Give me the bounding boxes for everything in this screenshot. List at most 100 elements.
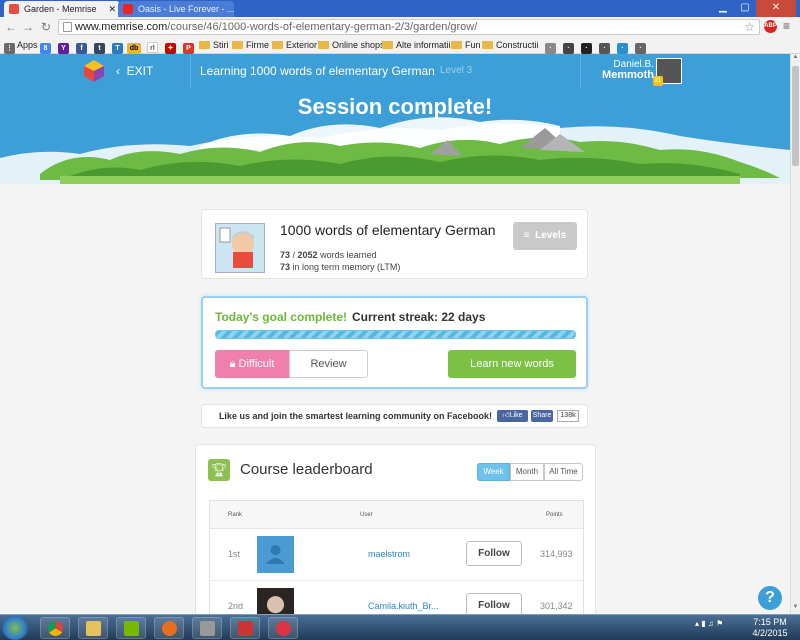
- adblock-icon[interactable]: ABP: [764, 20, 777, 33]
- level-label: Level 3: [440, 65, 473, 76]
- tab-strip: Garden - Memrise ✕ Oasis - Live Forever …: [0, 0, 800, 17]
- tab-all-time[interactable]: All Time: [544, 463, 583, 481]
- taskbar-explorer[interactable]: [78, 617, 108, 639]
- bookmark-red[interactable]: ✦: [165, 38, 176, 54]
- address-bar[interactable]: www.memrise.com/course/46/1000-words-of-…: [58, 19, 760, 35]
- minimize-button[interactable]: ▁: [712, 0, 734, 17]
- maximize-button[interactable]: ▢: [734, 0, 756, 17]
- facebook-share-button[interactable]: Share: [531, 410, 553, 422]
- user-silhouette-icon: [266, 545, 285, 564]
- bookmark-firme[interactable]: Firme: [232, 38, 269, 53]
- bookmark-rl[interactable]: rl: [147, 38, 158, 53]
- bookmark-misc-6[interactable]: ·: [635, 38, 646, 54]
- taskbar-app-m[interactable]: [192, 617, 222, 639]
- learn-new-words-button[interactable]: Learn new words: [448, 350, 576, 378]
- folder-icon: [318, 41, 329, 49]
- course-title-link[interactable]: Learning 1000 words of elementary German: [200, 54, 435, 88]
- folder-icon: [482, 41, 493, 49]
- tab-garden-memrise[interactable]: Garden - Memrise ✕: [4, 1, 120, 17]
- column-rank: Rank: [228, 512, 243, 518]
- help-button[interactable]: ?: [758, 586, 782, 610]
- user-name[interactable]: Daniel.B. Memmoth: [592, 59, 654, 81]
- facebook-promo-text: Like us and join the smartest learning c…: [218, 411, 492, 421]
- bookmark-misc-1[interactable]: ·: [545, 38, 556, 54]
- user-avatar[interactable]: 21: [653, 58, 682, 86]
- tab-oasis[interactable]: Oasis - Live Forever - ...: [118, 1, 234, 17]
- course-card: 1000 words of elementary German 73 / 205…: [201, 209, 588, 279]
- facebook-icon: f: [76, 43, 87, 54]
- divider: [580, 54, 581, 88]
- scroll-up-icon[interactable]: ▲: [791, 54, 800, 64]
- list-icon: ≡: [523, 230, 536, 241]
- tab-title: Garden - Memrise: [24, 4, 97, 14]
- reload-icon[interactable]: ↻: [38, 19, 54, 35]
- review-button[interactable]: Review: [289, 350, 368, 378]
- bookmark-yahoo[interactable]: Y: [58, 38, 69, 54]
- course-name: 1000 words of elementary German: [280, 222, 496, 238]
- long-term-memory: 73 in long term memory (LTM): [280, 262, 401, 272]
- points: 301,342: [540, 601, 573, 611]
- forward-arrow-icon[interactable]: →: [20, 19, 36, 35]
- system-tray[interactable]: ▴ ▮ ♫ ⚑: [695, 619, 723, 628]
- bookmark-fun[interactable]: Fun: [451, 38, 481, 53]
- bookmark-pdf[interactable]: P: [183, 38, 194, 54]
- hero-banner: Session complete!: [0, 88, 790, 184]
- memrise-logo-icon[interactable]: [84, 60, 104, 82]
- bookmark-google[interactable]: 8: [40, 38, 51, 54]
- apps-icon: ⋮: [4, 43, 15, 54]
- avatar[interactable]: [257, 536, 294, 573]
- user-link[interactable]: maelstrom: [368, 549, 410, 559]
- follow-button[interactable]: Follow: [466, 541, 522, 566]
- table-header: Rank User Points: [210, 501, 583, 529]
- folder-icon: [199, 41, 210, 49]
- leaderboard-card: 🏆︎ Course leaderboard Week Month All Tim…: [195, 444, 596, 640]
- bookmark-tumblr[interactable]: t: [94, 38, 105, 54]
- bookmark-exterior[interactable]: Exterior: [272, 38, 317, 53]
- memrise-favicon-icon: [9, 4, 19, 14]
- te-icon: T: [112, 43, 123, 54]
- nvidia-icon: [124, 621, 139, 636]
- bookmark-online-shops[interactable]: Online shops: [318, 38, 385, 53]
- bookmark-misc-4[interactable]: ·: [599, 38, 610, 54]
- difficult-button[interactable]: 🔒︎ Difficult: [215, 350, 289, 378]
- facebook-like-button[interactable]: 👍︎Like: [497, 410, 528, 422]
- bookmark-constructii[interactable]: Constructii: [482, 38, 539, 53]
- windows-taskbar: ▴ ▮ ♫ ⚑ 7:15 PM 4/2/2015: [0, 614, 800, 640]
- taskbar-media[interactable]: [154, 617, 184, 639]
- bookmark-star-icon[interactable]: ☆: [744, 20, 755, 34]
- close-tab-icon[interactable]: ✕: [108, 1, 116, 17]
- tab-month[interactable]: Month: [510, 463, 544, 481]
- close-window-button[interactable]: ✕: [756, 0, 796, 17]
- bookmark-misc-3[interactable]: ·: [581, 38, 592, 54]
- start-button[interactable]: [2, 616, 28, 640]
- scrollbar-thumb[interactable]: [792, 66, 799, 166]
- goal-card: Today's goal complete! Current streak: 2…: [201, 296, 588, 389]
- menu-icon[interactable]: ≡: [783, 20, 795, 32]
- scroll-down-icon[interactable]: ▼: [791, 604, 800, 614]
- levels-button[interactable]: ≡ Levels: [513, 222, 577, 250]
- page-icon: [63, 22, 72, 32]
- folder-icon: [451, 41, 462, 49]
- back-arrow-icon[interactable]: ←: [3, 19, 19, 35]
- tab-week[interactable]: Week: [477, 463, 510, 481]
- bookmark-misc-5[interactable]: ·: [617, 38, 628, 54]
- taskbar-chrome[interactable]: [40, 617, 70, 639]
- scrollbar[interactable]: ▲ ▼: [790, 54, 800, 614]
- bookmark-alte-informatii[interactable]: Alte informatii: [382, 38, 451, 53]
- bookmark-apps[interactable]: ⋮ Apps: [4, 38, 38, 54]
- taskbar-app-globe[interactable]: [268, 617, 298, 639]
- user-link[interactable]: Camila.kiuth_Br...: [368, 601, 439, 611]
- taskbar-nvidia[interactable]: [116, 617, 146, 639]
- bookmark-stiri[interactable]: Stiri: [199, 38, 229, 53]
- taskbar-app-red[interactable]: [230, 617, 260, 639]
- globe-icon: [276, 621, 291, 636]
- bookmark-facebook[interactable]: f: [76, 38, 87, 54]
- clock[interactable]: 7:15 PM 4/2/2015: [748, 617, 792, 639]
- misc-icon: ·: [581, 43, 592, 54]
- leaderboard-title: Course leaderboard: [240, 461, 373, 478]
- app-header: ‹ EXIT Learning 1000 words of elementary…: [0, 54, 790, 88]
- bookmark-misc-2[interactable]: ·: [563, 38, 574, 54]
- exit-button[interactable]: ‹ EXIT: [116, 54, 153, 88]
- bookmark-te[interactable]: T: [112, 38, 123, 54]
- bookmark-imdb[interactable]: db: [127, 38, 141, 54]
